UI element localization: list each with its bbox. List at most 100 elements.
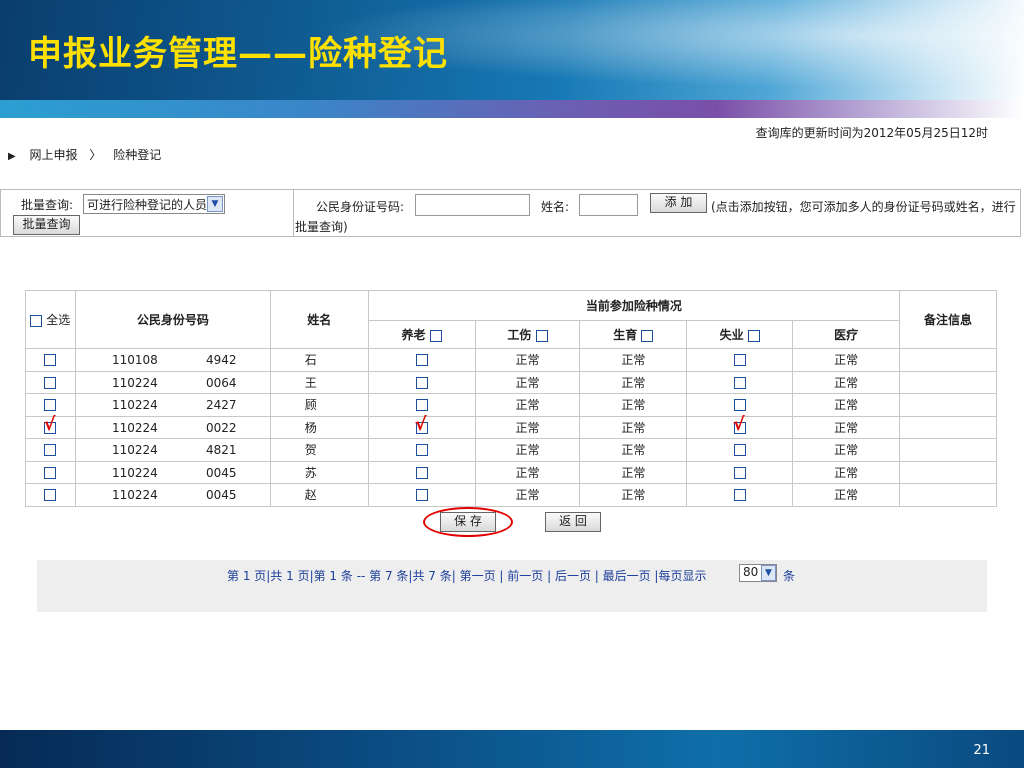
col-header-remark: 备注信息 xyxy=(899,290,997,349)
injury-all-checkbox[interactable] xyxy=(535,329,548,342)
col-header-injury: 工伤 xyxy=(474,320,581,349)
add-hint-text: (点击添加按钮，您可添加多人的身份证号码或姓名，进行批量查询) xyxy=(295,200,1016,234)
unemployment-checkbox[interactable] xyxy=(733,489,746,502)
id-cell: 110224 0022 xyxy=(74,415,271,439)
col-header-unemployment: 失业 xyxy=(686,320,794,349)
row-select-cell xyxy=(25,370,76,394)
injury-cell: 正常 xyxy=(474,370,581,394)
id-cell: 110224 0045 xyxy=(74,460,271,484)
id-cell: 110224 2427 xyxy=(74,393,271,417)
injury-cell: 正常 xyxy=(474,415,581,439)
unemployment-checkbox[interactable] xyxy=(733,444,746,457)
injury-cell: 正常 xyxy=(474,393,581,417)
medical-cell: 正常 xyxy=(792,438,901,462)
col-header-birth: 生育 xyxy=(579,320,688,349)
birth-all-checkbox[interactable] xyxy=(641,329,654,342)
unemployment-cell xyxy=(686,393,794,417)
pagination-text[interactable]: 第 1 页|共 1 页|第 1 条 -- 第 7 条|共 7 条| 第一页 | … xyxy=(227,567,706,584)
medical-cell: 正常 xyxy=(792,393,901,417)
remark-cell xyxy=(899,370,997,394)
per-page-value: 80 xyxy=(743,565,759,579)
col-header-birth-label: 生育 xyxy=(613,328,638,342)
name-cell: 贺 xyxy=(269,438,369,462)
name-cell: 顾 xyxy=(269,393,369,417)
select-all-checkbox[interactable] xyxy=(30,314,42,327)
pension-cell: √ xyxy=(367,414,476,439)
row-checkbox[interactable] xyxy=(44,376,57,389)
birth-cell: 正常 xyxy=(579,483,688,507)
table-row: 110224 0045 赵 正常 正常 正常 xyxy=(25,483,997,507)
id-prefix: 110224 xyxy=(111,465,158,480)
pension-checkbox[interactable] xyxy=(415,354,428,367)
banner-stripe xyxy=(0,100,1024,118)
unemployment-checkbox[interactable] xyxy=(733,399,746,412)
breadcrumb-item-online-declare[interactable]: 网上申报 xyxy=(30,148,78,162)
table-row: 110224 0045 苏 正常 正常 正常 xyxy=(25,460,997,484)
id-suffix: 4821 xyxy=(205,443,237,457)
pension-checkbox[interactable] xyxy=(415,466,428,479)
row-checkbox[interactable] xyxy=(44,399,57,412)
id-suffix: 0045 xyxy=(205,488,237,502)
remark-cell xyxy=(899,460,997,484)
pension-cell xyxy=(367,460,476,484)
id-prefix: 110224 xyxy=(111,420,158,435)
slide-footer: 21 xyxy=(0,730,1024,768)
id-cell: 110224 0045 xyxy=(74,483,271,507)
pension-checkbox[interactable] xyxy=(415,489,428,502)
unemployment-checkbox[interactable] xyxy=(733,376,746,389)
table-row: 110224 0064 王 正常 正常 正常 xyxy=(25,370,997,394)
row-checkbox-checked[interactable]: √ xyxy=(43,414,57,435)
id-suffix: 4942 xyxy=(205,353,237,367)
name-cell: 王 xyxy=(269,370,369,394)
batch-query-select[interactable]: 可进行险种登记的人员 ▼ xyxy=(83,194,225,214)
medical-cell: 正常 xyxy=(792,483,901,507)
col-header-injury-label: 工伤 xyxy=(507,328,532,342)
id-suffix: 0045 xyxy=(205,465,237,480)
unemployment-cell: √ xyxy=(686,414,794,439)
row-checkbox[interactable] xyxy=(44,489,57,502)
table-row: 110224 4821 贺 正常 正常 正常 xyxy=(25,438,997,462)
back-button[interactable]: 返 回 xyxy=(545,512,601,532)
pension-checkbox[interactable] xyxy=(415,376,428,389)
chevron-down-icon[interactable]: ▼ xyxy=(207,196,223,212)
row-checkbox[interactable] xyxy=(44,444,57,457)
pension-cell xyxy=(367,483,476,507)
medical-cell: 正常 xyxy=(792,348,901,372)
unemployment-cell xyxy=(686,438,794,462)
injury-cell: 正常 xyxy=(474,348,581,372)
row-select-cell xyxy=(25,393,76,417)
pension-checkbox-checked[interactable]: √ xyxy=(415,414,428,435)
pension-cell xyxy=(367,370,476,394)
injury-cell: 正常 xyxy=(474,438,581,462)
unemployment-checkbox-checked[interactable]: √ xyxy=(733,414,746,435)
save-button[interactable]: 保 存 xyxy=(440,512,496,532)
medical-cell: 正常 xyxy=(792,415,901,439)
row-select-cell xyxy=(25,438,76,462)
injury-cell: 正常 xyxy=(474,460,581,484)
id-prefix: 110224 xyxy=(111,398,158,412)
pension-checkbox[interactable] xyxy=(415,444,428,457)
row-select-cell: √ xyxy=(25,414,76,439)
chevron-down-icon[interactable]: ▼ xyxy=(761,565,776,581)
name-cell: 杨 xyxy=(269,415,369,439)
row-select-cell xyxy=(25,460,76,484)
pension-checkbox[interactable] xyxy=(415,399,428,412)
col-header-pension-label: 养老 xyxy=(401,328,426,342)
pension-all-checkbox[interactable] xyxy=(429,329,442,342)
per-page-select[interactable]: 80 ▼ xyxy=(739,564,777,582)
breadcrumb-separator: 〉 xyxy=(89,148,102,162)
unemployment-cell xyxy=(686,483,794,507)
row-select-cell xyxy=(25,483,76,507)
update-time: 查询库的更新时间为2012年05月25日12时 xyxy=(755,126,988,140)
row-checkbox[interactable] xyxy=(44,354,57,367)
batch-query-bar: 批量查询: 可进行险种登记的人员 ▼ 批量查询 公民身份证号码: 姓名: 添 加… xyxy=(0,189,1021,237)
id-prefix: 110108 xyxy=(111,353,158,367)
unemployment-checkbox[interactable] xyxy=(733,354,746,367)
name-cell: 石 xyxy=(269,348,369,372)
unemployment-all-checkbox[interactable] xyxy=(747,329,760,342)
unemployment-checkbox[interactable] xyxy=(733,466,746,479)
table-row: 110224 2427 顾 正常 正常 正常 xyxy=(25,393,997,417)
select-all-label: 全选 xyxy=(46,313,71,327)
row-checkbox[interactable] xyxy=(44,466,57,479)
batch-query-button[interactable]: 批量查询 xyxy=(13,215,80,235)
